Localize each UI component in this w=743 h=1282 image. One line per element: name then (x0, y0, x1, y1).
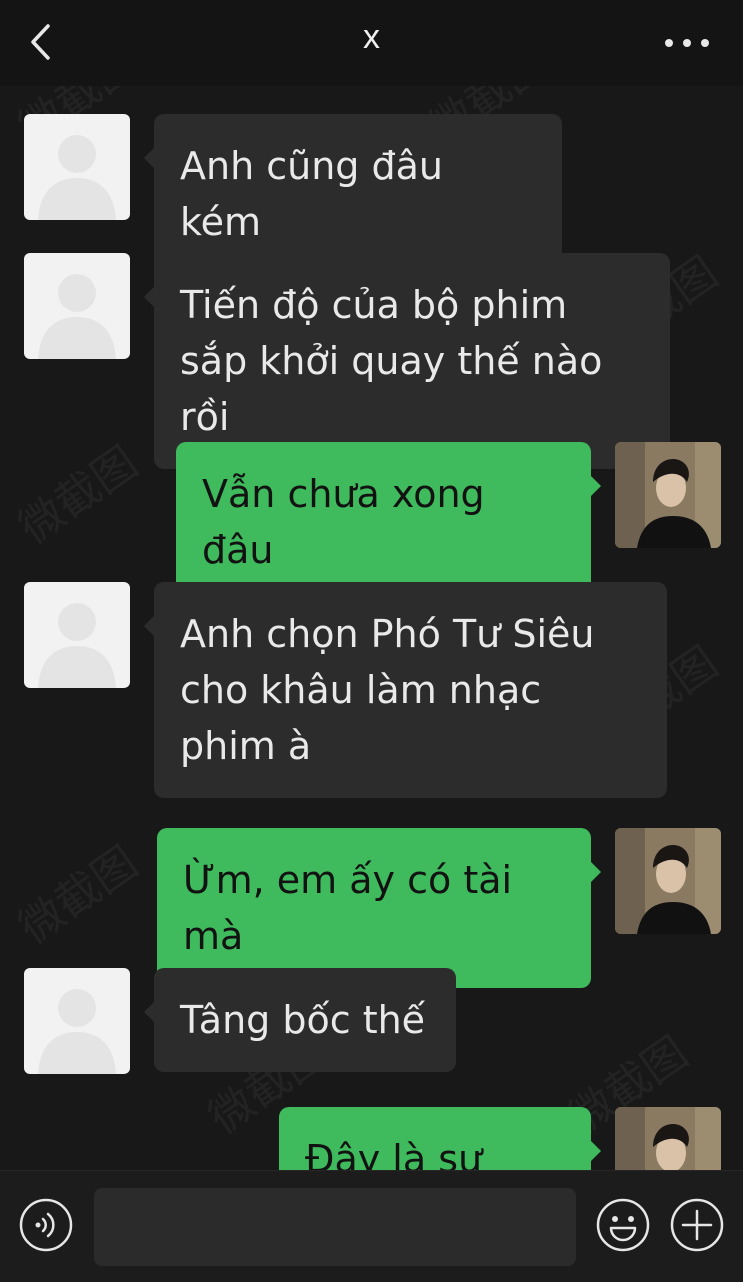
message-text: Anh cũng đâu kém (180, 144, 443, 244)
more-dots-icon (683, 39, 691, 47)
more-dots-icon (701, 39, 709, 47)
chat-area[interactable]: Anh cũng đâu kém Tiến độ của bộ phim sắp… (0, 86, 743, 1170)
my-avatar[interactable] (615, 1107, 721, 1170)
person-placeholder-icon (38, 274, 116, 359)
message-input[interactable] (94, 1188, 576, 1266)
profile-photo-icon (615, 442, 721, 548)
message-text: Anh chọn Phó Tư Siêu cho khâu làm nhạc p… (180, 612, 595, 768)
profile-photo-icon (615, 1107, 721, 1170)
person-placeholder-icon (38, 135, 116, 220)
my-avatar[interactable] (615, 828, 721, 934)
person-placeholder-icon (38, 603, 116, 688)
message-text: Vẫn chưa xong đâu (202, 472, 485, 572)
plus-icon (670, 1198, 724, 1252)
incoming-message[interactable]: Anh cũng đâu kém (144, 114, 562, 274)
contact-avatar[interactable] (24, 582, 130, 688)
contact-avatar[interactable] (24, 968, 130, 1074)
message-row: Tiến độ của bộ phim sắp khởi quay thế nà… (0, 253, 743, 469)
contact-avatar[interactable] (24, 114, 130, 220)
message-row: Anh chọn Phó Tư Siêu cho khâu làm nhạc p… (0, 582, 743, 798)
message-text: Ừm, em ấy có tài mà (183, 858, 513, 958)
my-avatar[interactable] (615, 442, 721, 548)
outgoing-message[interactable]: Đây là sự thật (279, 1107, 601, 1170)
chat-title: x (363, 18, 380, 56)
voice-button[interactable] (19, 1198, 73, 1252)
more-dots-icon (665, 39, 673, 47)
emoji-button[interactable] (596, 1198, 650, 1252)
message-row: Tâng bốc thế (0, 968, 743, 1074)
input-bar (0, 1170, 743, 1282)
more-button[interactable] (665, 36, 711, 50)
message-text: Đây là sự thật (305, 1137, 483, 1170)
incoming-message[interactable]: Tiến độ của bộ phim sắp khởi quay thế nà… (144, 253, 670, 469)
message-row: Ừm, em ấy có tài mà (0, 828, 743, 988)
message-text: Tiến độ của bộ phim sắp khởi quay thế nà… (180, 283, 603, 439)
incoming-message[interactable]: Anh chọn Phó Tư Siêu cho khâu làm nhạc p… (144, 582, 667, 798)
emoji-icon (596, 1198, 650, 1252)
message-row: Vẫn chưa xong đâu (0, 442, 743, 602)
voice-icon (19, 1198, 73, 1252)
incoming-message[interactable]: Tâng bốc thế (144, 968, 456, 1072)
outgoing-message[interactable]: Ừm, em ấy có tài mà (157, 828, 601, 988)
message-text: Tâng bốc thế (180, 998, 426, 1042)
message-row: Đây là sự thật (0, 1107, 743, 1170)
top-bar: x (0, 0, 743, 86)
profile-photo-icon (615, 828, 721, 934)
outgoing-message[interactable]: Vẫn chưa xong đâu (176, 442, 601, 602)
more-functions-button[interactable] (670, 1198, 724, 1252)
person-placeholder-icon (38, 989, 116, 1074)
contact-avatar[interactable] (24, 253, 130, 359)
message-row: Anh cũng đâu kém (0, 114, 743, 274)
